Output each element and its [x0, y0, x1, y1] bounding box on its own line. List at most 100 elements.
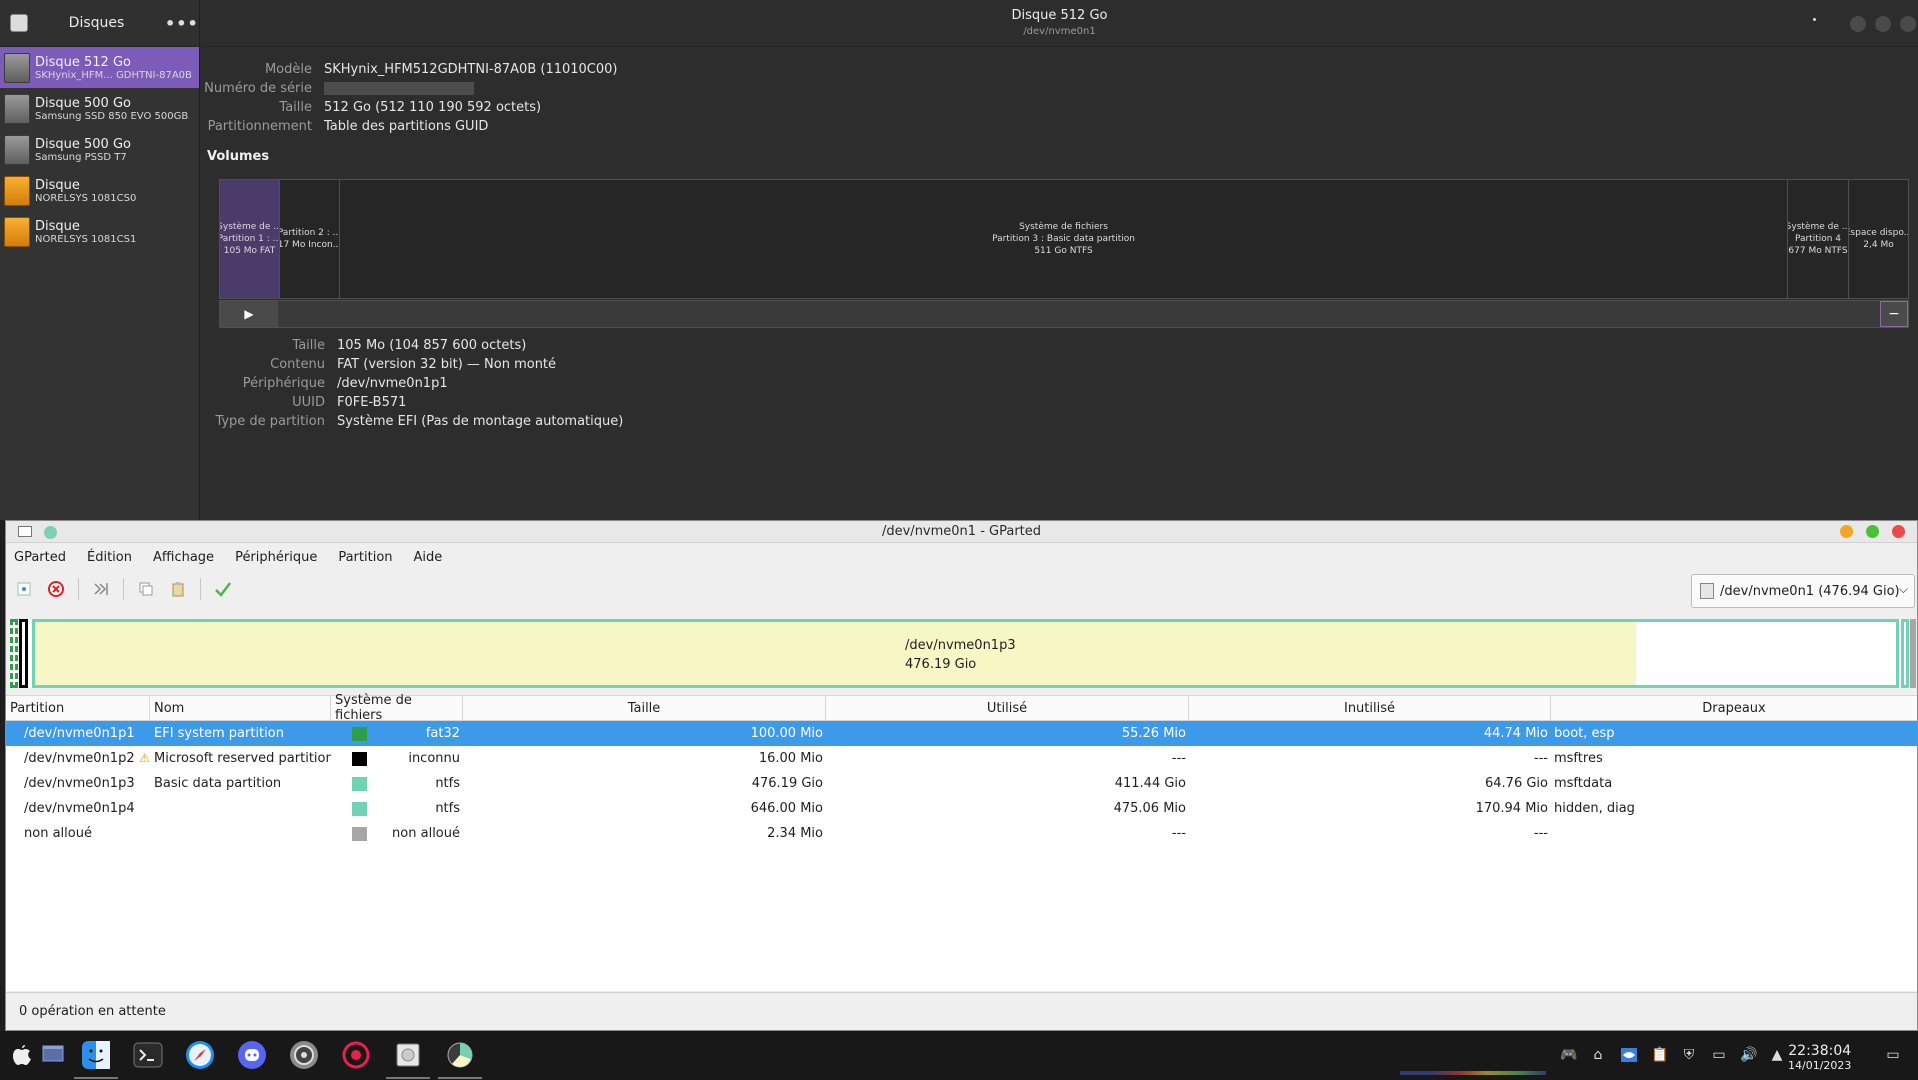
table-row[interactable]: /dev/nvme0n1p4 ntfs 646.00 Mio 475.06 Mi… — [6, 796, 1917, 821]
vol-content-label: Contenu — [270, 357, 325, 372]
volume-line: 17 Mo Incon... — [280, 240, 340, 250]
disks-sidebar: Disques ••• Disque 512 Go SKHynix_HFM...… — [0, 0, 200, 520]
vol-type-row: Type de partition Système EFI (Pas de mo… — [201, 412, 623, 431]
maximize-button[interactable] — [1866, 525, 1879, 538]
cell-size: 646.00 Mio — [750, 801, 823, 816]
new-partition-icon[interactable] — [14, 579, 34, 599]
graph-partition-p3[interactable]: /dev/nvme0n1p3 476.19 Gio — [32, 619, 1899, 688]
safari-icon[interactable] — [182, 1037, 218, 1073]
gparted-icon[interactable] — [438, 1037, 482, 1079]
cell-filesystem: fat32 — [331, 721, 463, 746]
menu-partition[interactable]: Partition — [338, 550, 392, 565]
clipboard-icon[interactable]: 📋 — [1651, 1046, 1669, 1064]
sidebar-item-disk-1[interactable]: Disque 512 Go SKHynix_HFM... GDHTNI-87A0… — [0, 47, 199, 88]
partition-table: Partition Nom Système de fichiers Taille… — [6, 693, 1917, 991]
volume-line: 105 Mo FAT — [223, 246, 276, 256]
volume-line: Partition 2 : ... — [280, 228, 340, 238]
resize-move-icon[interactable] — [91, 579, 111, 599]
menu-view[interactable]: Affichage — [153, 550, 214, 565]
sidebar-item-disk-5[interactable]: Disque NORELSYS 1081CS1 — [0, 211, 199, 252]
menu-button[interactable]: ••• — [165, 14, 198, 33]
system-settings-icon[interactable] — [286, 1037, 322, 1073]
desktop-switcher-icon[interactable] — [36, 1037, 72, 1073]
volume-icon[interactable]: 🔊 — [1740, 1046, 1758, 1064]
discord-tray-icon[interactable]: 🎮 — [1560, 1046, 1578, 1064]
volume-free-space[interactable]: Espace dispo... 2,4 Mo — [1849, 180, 1908, 298]
notifications-icon[interactable]: ▭ — [1884, 1046, 1902, 1064]
menu-gparted[interactable]: GParted — [14, 550, 66, 565]
discord-icon[interactable] — [234, 1037, 270, 1073]
col-filesystem[interactable]: Système de fichiers — [331, 693, 463, 723]
volume-partition-4[interactable]: Système de ... Partition 4 677 Mo NTFS — [1788, 180, 1849, 298]
graph-partition-p4[interactable] — [1901, 619, 1909, 688]
drive-options-icon[interactable] — [1813, 18, 1816, 21]
messages-icon[interactable]: ▭ — [1710, 1046, 1728, 1064]
disk-model: NORELSYS 1081CS0 — [35, 192, 137, 204]
toolbar: /dev/nvme0n1 (476.94 Gio) ⌵ — [6, 571, 1917, 608]
menu-device[interactable]: Périphérique — [235, 550, 317, 565]
close-button[interactable] — [1900, 16, 1916, 32]
home-icon[interactable]: ⌂ — [1589, 1046, 1607, 1064]
table-header: Partition Nom Système de fichiers Taille… — [6, 693, 1917, 723]
disk-model: Samsung PSSD T7 — [35, 151, 127, 163]
fs-color-swatch — [352, 826, 367, 841]
col-size[interactable]: Taille — [463, 696, 826, 720]
disks-app-icon[interactable] — [386, 1037, 430, 1079]
fs-color-swatch — [352, 726, 367, 741]
vol-type-label: Type de partition — [215, 414, 325, 429]
menu-edit[interactable]: Édition — [87, 550, 132, 565]
paste-icon[interactable] — [168, 579, 188, 599]
nvidia-icon[interactable] — [1620, 1046, 1638, 1064]
sidebar-item-disk-4[interactable]: Disque NORELSYS 1081CS0 — [0, 170, 199, 211]
minimize-button[interactable] — [1850, 16, 1866, 32]
partition-graph: /dev/nvme0n1p3 476.19 Gio — [10, 619, 1916, 688]
graph-partition-p1[interactable] — [10, 619, 18, 688]
maximize-button[interactable] — [1875, 16, 1891, 32]
volume-partition-1[interactable]: Système de ... Partition 1 : ... 105 Mo FA… — [220, 180, 280, 298]
col-unused[interactable]: Inutilisé — [1189, 696, 1551, 720]
sidebar-item-disk-3[interactable]: Disque 500 Go Samsung PSSD T7 — [0, 129, 199, 170]
mount-button[interactable]: ▶ — [220, 301, 278, 327]
delete-partition-button[interactable]: − — [1880, 301, 1908, 327]
vol-device-label: Périphérique — [242, 376, 325, 391]
graph-used-fill — [35, 622, 1636, 685]
clock[interactable]: 22:38:04 14/01/2023 — [1788, 1043, 1851, 1072]
menu-help[interactable]: Aide — [414, 550, 443, 565]
cell-flags: hidden, diag — [1554, 801, 1635, 816]
col-partition[interactable]: Partition — [6, 696, 150, 720]
tray-expand-icon[interactable]: ▲ — [1768, 1046, 1786, 1064]
disk-icon — [1700, 583, 1714, 599]
cell-unused: 44.74 Mio — [1483, 726, 1548, 741]
volume-toolbar: ▶ − — [219, 300, 1909, 328]
sidebar-item-disk-2[interactable]: Disque 500 Go Samsung SSD 850 EVO 500GB — [0, 88, 199, 129]
copy-icon[interactable] — [136, 579, 156, 599]
sidebar-header: Disques ••• — [0, 0, 199, 47]
cell-flags: msftdata — [1554, 776, 1613, 791]
music-player-icon[interactable] — [338, 1037, 374, 1073]
volume-line: 511 Go NTFS — [1034, 246, 1093, 256]
delete-icon[interactable] — [46, 579, 66, 599]
table-row[interactable]: /dev/nvme0n1p2 ⚠ Microsoft reserved part… — [6, 746, 1917, 771]
volume-partition-2[interactable]: Partition 2 : ... 17 Mo Incon... — [280, 180, 340, 298]
table-row[interactable]: /dev/nvme0n1p1 EFI system partition fat3… — [6, 721, 1917, 746]
cell-unused: --- — [1533, 826, 1548, 841]
table-row[interactable]: /dev/nvme0n1p3 Basic data partition ntfs… — [6, 771, 1917, 796]
close-button[interactable] — [1892, 525, 1905, 538]
terminal-icon[interactable] — [130, 1037, 166, 1073]
col-used[interactable]: Utilisé — [826, 696, 1189, 720]
volume-partition-3[interactable]: Système de fichiers Partition 3 : Basic d… — [340, 180, 1788, 298]
hard-drive-icon — [4, 93, 30, 124]
finder-icon[interactable] — [74, 1037, 118, 1079]
volume-line: Partition 3 : Basic data partition — [992, 234, 1135, 244]
apple-menu-icon[interactable] — [4, 1037, 40, 1073]
minimize-button[interactable] — [1840, 525, 1853, 538]
graph-unallocated[interactable] — [1910, 619, 1916, 688]
cell-partition: /dev/nvme0n1p4 — [24, 801, 135, 816]
vpn-icon[interactable]: ⛨ — [1680, 1046, 1698, 1064]
graph-partition-p2[interactable] — [19, 619, 28, 688]
col-flags[interactable]: Drapeaux — [1551, 696, 1917, 720]
device-selector[interactable]: /dev/nvme0n1 (476.94 Gio) ⌵ — [1691, 574, 1915, 608]
table-row[interactable]: non alloué non alloué 2.34 Mio --- --- — [6, 821, 1917, 846]
col-name[interactable]: Nom — [150, 696, 331, 720]
apply-icon[interactable] — [213, 579, 233, 599]
